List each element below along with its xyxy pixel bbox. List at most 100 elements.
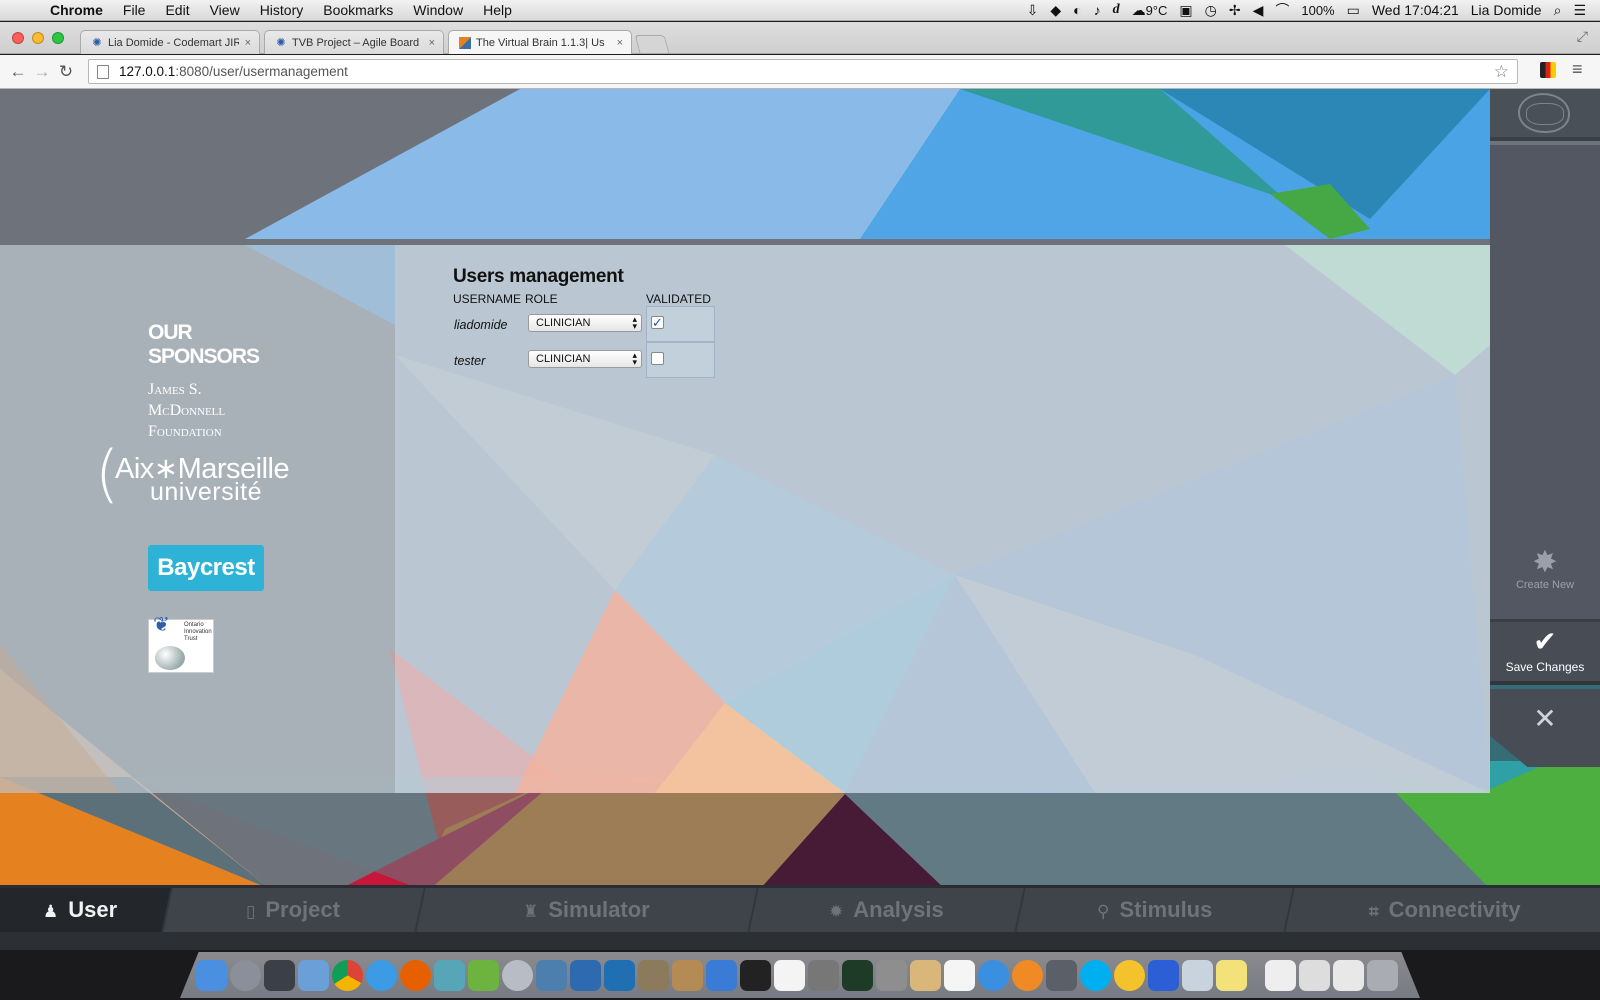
gimp-icon[interactable] [638, 959, 669, 991]
mission-control-icon[interactable] [264, 959, 295, 991]
volume-icon[interactable]: ◀ [1253, 2, 1264, 19]
menu-help[interactable]: Help [473, 2, 522, 18]
tab-close-icon[interactable]: × [617, 37, 623, 49]
address-book-icon[interactable] [910, 959, 941, 991]
save-changes-button[interactable]: ✔ Save Changes [1490, 619, 1600, 685]
kdiff3-icon[interactable] [808, 959, 839, 991]
validated-checkbox[interactable] [651, 352, 664, 365]
messenger-icon[interactable] [1114, 959, 1145, 991]
forward-icon[interactable]: → [30, 62, 54, 82]
browser-tab-jira[interactable]: ✺ Lia Domide - Codemart JIR × [80, 30, 260, 54]
nav-tab-connectivity[interactable]: ⌗ Connectivity [1285, 888, 1600, 932]
chrome-icon[interactable] [332, 959, 363, 991]
textwrangler-icon[interactable] [706, 959, 737, 991]
spotlight-search-icon[interactable]: ⌕ [1554, 2, 1562, 19]
facetime-icon[interactable] [1046, 959, 1077, 991]
launchpad-icon[interactable] [230, 959, 261, 991]
firefox-icon[interactable] [400, 959, 431, 991]
menu-edit[interactable]: Edit [155, 2, 199, 18]
extension-flag-icon[interactable] [1540, 62, 1556, 78]
menu-history[interactable]: History [250, 2, 314, 18]
notification-center-icon[interactable]: ☰ [1573, 2, 1586, 19]
notification-bell-icon[interactable]: ♪ [1094, 2, 1101, 18]
menu-file[interactable]: File [113, 2, 156, 18]
database-icon[interactable] [502, 959, 533, 991]
sponsor-mcdonnell-logo[interactable]: James S. McDonnell Foundation [148, 379, 268, 442]
project-icon: ▯ [246, 902, 257, 921]
vpn-icon[interactable]: ◐ [1073, 2, 1081, 18]
tvb-logo[interactable] [1490, 89, 1600, 141]
preview-icon[interactable] [1182, 959, 1213, 991]
applications-stack-icon[interactable] [1333, 959, 1364, 991]
xcode-icon[interactable] [570, 959, 601, 991]
battery-status[interactable]: 100% [1301, 3, 1334, 18]
reload-icon[interactable]: ↻ [54, 62, 78, 82]
nav-tab-analysis[interactable]: ✹ Analysis [749, 888, 1026, 932]
user-name[interactable]: Lia Domide [1471, 2, 1542, 18]
menu-window[interactable]: Window [403, 2, 473, 18]
sponsors-block: OUR SPONSORS James S. McDonnell Foundati… [148, 321, 268, 442]
validated-checkbox[interactable]: ✓ [651, 316, 664, 329]
cloud-icon: ☁ [1131, 1, 1146, 18]
sponsor-aix-marseille-logo[interactable]: ( Aix∗Marseille université [95, 439, 295, 517]
browser-tab-virtual-brain[interactable]: The Virtual Brain 1.1.3| Us × [448, 30, 632, 54]
download-icon[interactable]: ⇩ [1027, 2, 1039, 19]
postgres-icon[interactable] [536, 959, 567, 991]
wifi-icon[interactable]: ⌒ [1275, 0, 1289, 20]
activity-monitor-icon[interactable] [842, 959, 873, 991]
clock[interactable]: Wed 17:04:21 [1372, 2, 1459, 18]
tab-close-icon[interactable]: × [429, 37, 435, 49]
fullscreen-icon[interactable]: ⤢ [1577, 28, 1588, 45]
tab-close-icon[interactable]: × [245, 37, 251, 49]
checkmark-icon: ✔ [1533, 626, 1557, 657]
sponsor-baycrest-logo[interactable]: Baycrest [148, 545, 264, 591]
evernote-icon[interactable]: ◆ [1050, 2, 1061, 19]
ibooks-icon[interactable] [1012, 959, 1043, 991]
bookmark-star-icon[interactable]: ☆ [1494, 62, 1509, 82]
menu-bookmarks[interactable]: Bookmarks [313, 2, 403, 18]
back-icon[interactable]: ← [6, 62, 30, 82]
calculator-icon[interactable] [1148, 959, 1179, 991]
documents-stack-icon[interactable] [1299, 959, 1330, 991]
character-icon[interactable] [672, 959, 703, 991]
time-machine-icon[interactable]: ◷ [1205, 2, 1217, 19]
role-select[interactable]: CLINICIAN ▴ ▾ [528, 314, 642, 332]
document-icon[interactable] [774, 959, 805, 991]
menu-view[interactable]: View [200, 2, 250, 18]
downloads-stack-icon[interactable] [1265, 959, 1296, 991]
chrome-menu-icon[interactable]: ≡ [1572, 59, 1583, 80]
address-path: :8080/user/usermanagement [175, 64, 348, 79]
nav-tab-project[interactable]: ▯ Project [163, 888, 426, 932]
dictionary-icon[interactable]: d [1113, 2, 1120, 18]
finder-icon[interactable] [196, 959, 227, 991]
new-tab-button[interactable] [634, 35, 670, 53]
virtualbox-icon[interactable] [604, 959, 635, 991]
app-store-icon[interactable] [434, 959, 465, 991]
window-minimize-button[interactable] [32, 32, 44, 44]
stickies-icon[interactable] [1216, 959, 1247, 991]
menu-app-chrome[interactable]: Chrome [40, 2, 113, 18]
system-preferences-icon[interactable] [876, 959, 907, 991]
safari-icon[interactable] [366, 959, 397, 991]
nav-tab-user[interactable]: ♟ User [0, 888, 173, 932]
create-new-button[interactable]: ✸ Create New [1490, 547, 1600, 607]
nav-tab-simulator[interactable]: ♜ Simulator [416, 888, 759, 932]
pycharm-icon[interactable] [468, 959, 499, 991]
weather-status[interactable]: ☁9°C [1132, 2, 1168, 19]
itunes-icon[interactable] [978, 959, 1009, 991]
simulator-icon: ♜ [523, 902, 539, 921]
sync-icon[interactable]: ▣ [1179, 2, 1192, 19]
trash-icon[interactable] [1367, 959, 1398, 991]
sponsor-oit-logo[interactable]: ❦ Ontario Innovation Trust [148, 615, 214, 673]
address-bar[interactable]: 127.0.0.1:8080/user/usermanagement ☆ [88, 59, 1518, 84]
window-close-button[interactable] [12, 32, 24, 44]
window-zoom-button[interactable] [52, 32, 64, 44]
role-select[interactable]: CLINICIAN ▴ ▾ [528, 350, 642, 368]
calendar-icon[interactable] [944, 959, 975, 991]
terminal-icon[interactable] [740, 959, 771, 991]
nav-tab-stimulus[interactable]: ⚲ Stimulus [1015, 888, 1295, 932]
bluetooth-icon[interactable]: ✢ [1229, 2, 1241, 19]
browser-tab-agile-board[interactable]: ✺ TVB Project – Agile Board × [264, 30, 444, 54]
skype-icon[interactable] [1080, 959, 1111, 991]
mail-icon[interactable] [298, 959, 329, 991]
